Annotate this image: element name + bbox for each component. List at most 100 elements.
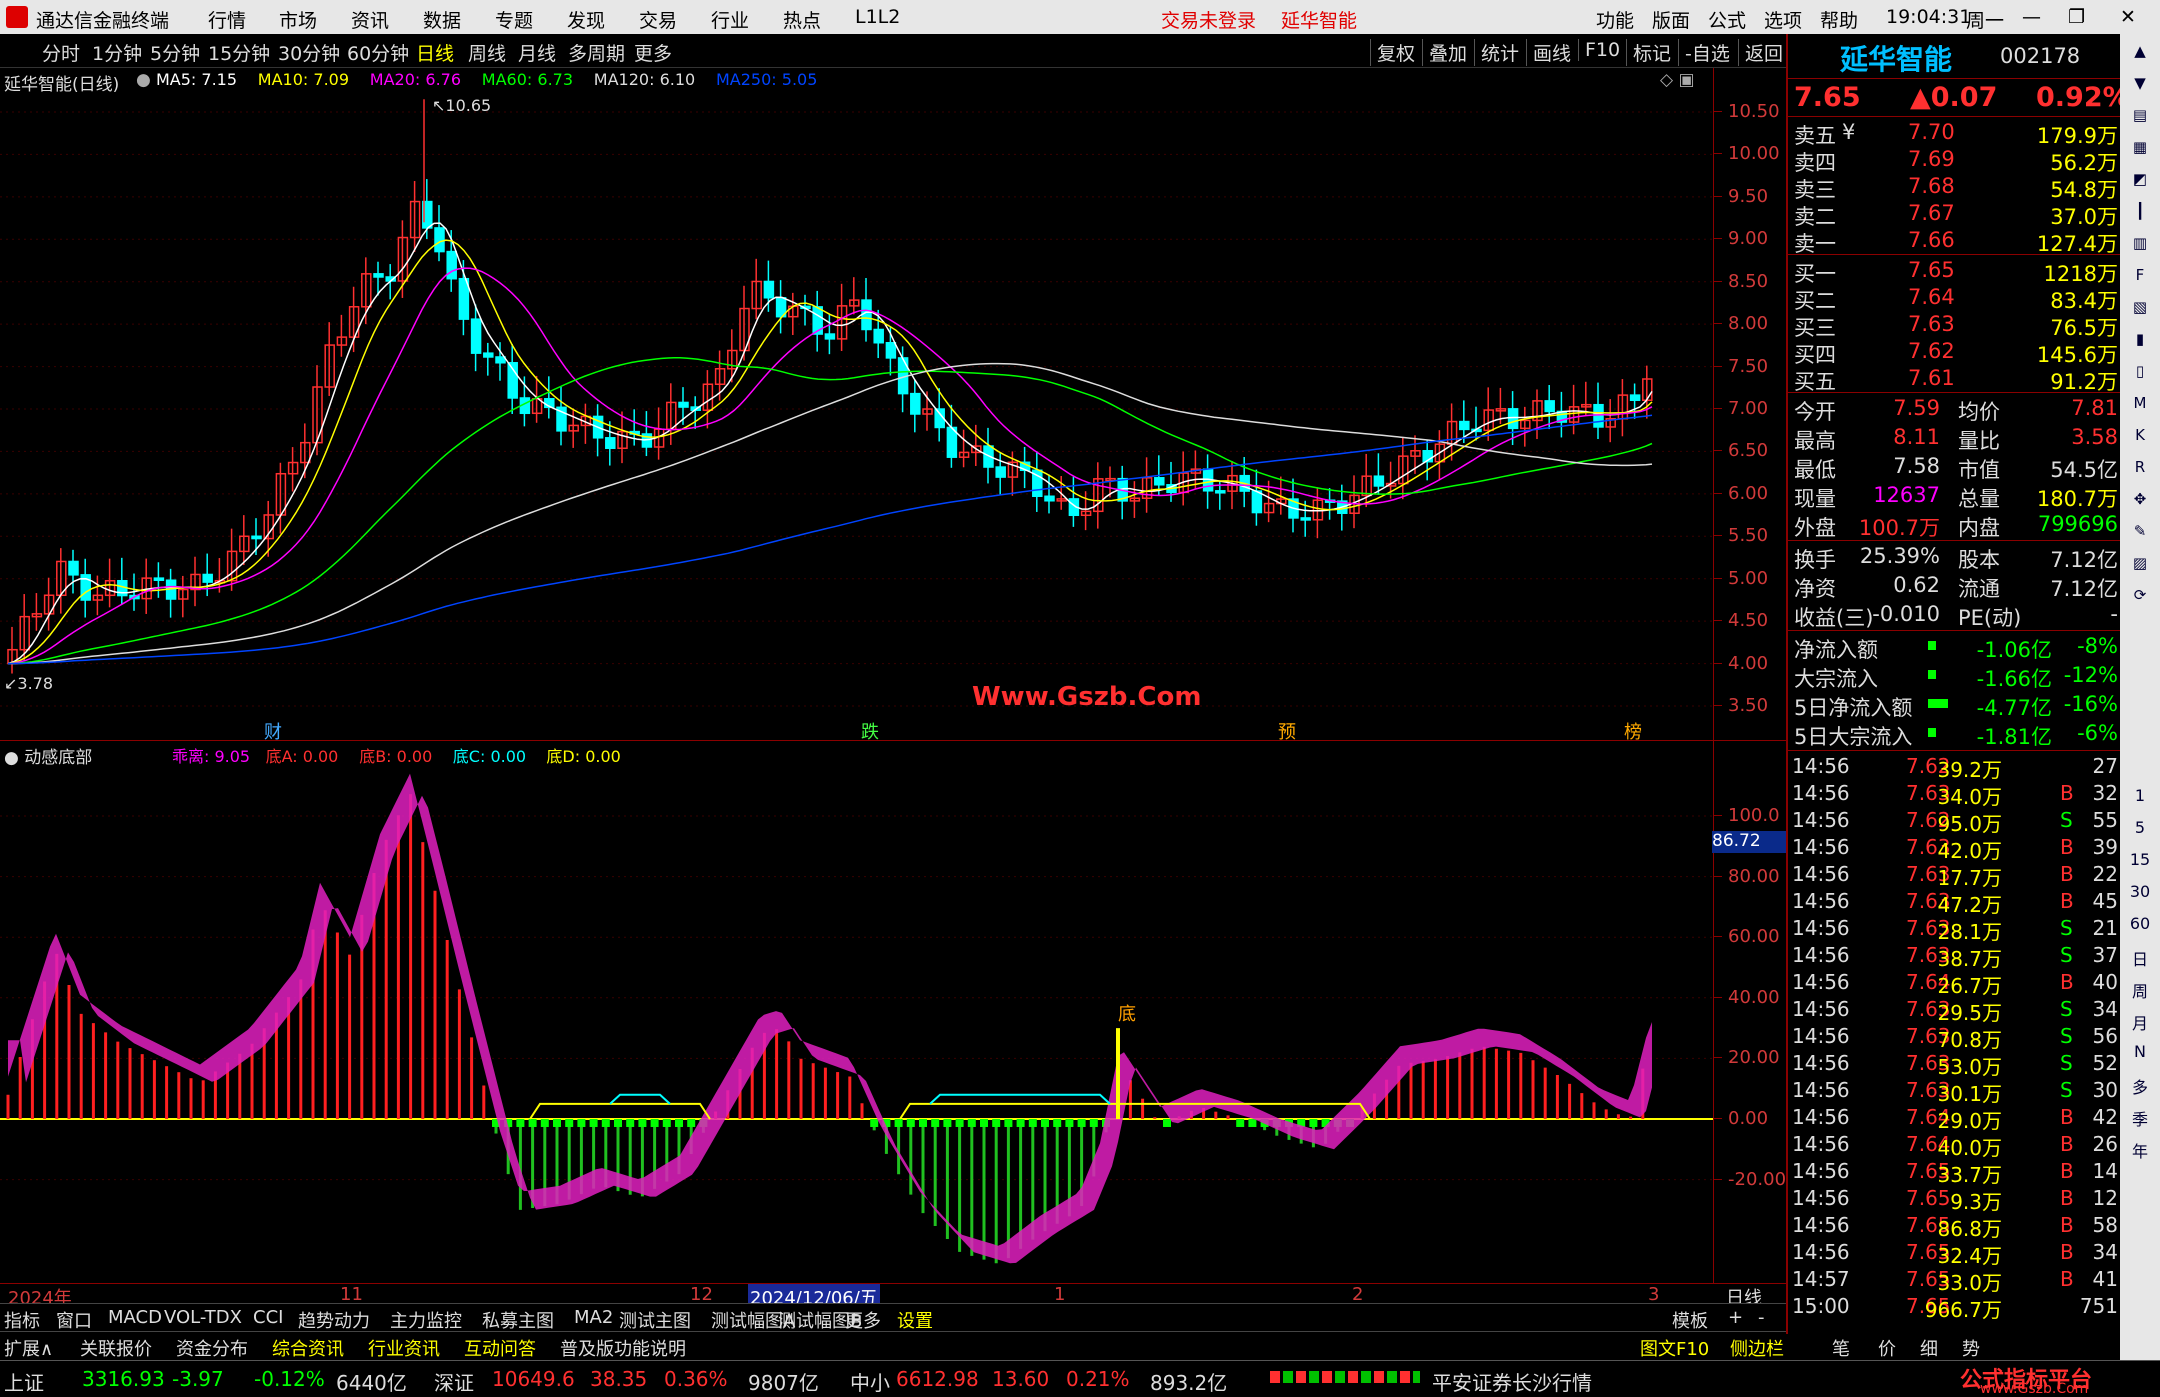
tick-row[interactable]: 14:56 7.63 34.0万 B 32 [1788, 779, 2122, 809]
period-30min[interactable]: 30分钟 [278, 39, 340, 66]
sidebar-period-button[interactable]: 30 [2126, 882, 2154, 906]
period-5min[interactable]: 5分钟 [150, 39, 200, 66]
template-button[interactable]: + [1728, 1307, 1743, 1328]
template-button[interactable]: - [1758, 1307, 1765, 1328]
tick-row[interactable]: 15:00 7.65 966.7万 751 [1788, 1292, 2122, 1322]
draw-icon[interactable]: ✎ [2126, 522, 2154, 546]
period-60min[interactable]: 60分钟 [347, 39, 409, 66]
menu-industry[interactable]: 行业 [711, 6, 749, 33]
tool-watchlist[interactable]: -自选 [1678, 39, 1730, 66]
ask-row[interactable]: 卖一 7.66 127.4万 [1788, 226, 2122, 256]
info-tab[interactable]: 互动问答 [464, 1335, 536, 1361]
table-icon[interactable]: ▥ [2126, 234, 2154, 258]
tool-adjust[interactable]: 复权 [1370, 39, 1415, 66]
tool-back[interactable]: 返回 [1738, 39, 1783, 66]
bid-row[interactable]: 买一 7.65 1218万 [1788, 256, 2122, 286]
ask-row[interactable]: 卖五 ¥7.70 179.9万 [1788, 118, 2122, 148]
tick-row[interactable]: 14:56 7.63 30.1万 S 30 [1788, 1076, 2122, 1106]
tick-row[interactable]: 14:56 7.63 29.5万 S 34 [1788, 995, 2122, 1025]
period-1min[interactable]: 1分钟 [92, 39, 142, 66]
ask-row[interactable]: 卖四 7.69 56.2万 [1788, 145, 2122, 175]
ask-row[interactable]: 卖三 7.68 54.8万 [1788, 172, 2122, 202]
menu-formula[interactable]: 公式 [1708, 6, 1746, 33]
tick-row[interactable]: 14:56 7.64 40.0万 B 26 [1788, 1130, 2122, 1160]
tick-row[interactable]: 14:56 7.63 42.0万 B 39 [1788, 833, 2122, 863]
tick-table[interactable]: 14:56 7.62 39.2万 27 14:56 7.63 34.0万 B 32 14:56 7.… [1788, 752, 2122, 1322]
bid-row[interactable]: 买二 7.64 83.4万 [1788, 283, 2122, 313]
tick-row[interactable]: 14:56 7.63 70.8万 S 56 [1788, 1022, 2122, 1052]
tick-row[interactable]: 14:56 7.65 33.7万 B 14 [1788, 1157, 2122, 1187]
sidebar-period-button[interactable]: 周 [2126, 978, 2154, 1002]
bid-row[interactable]: 买四 7.62 145.6万 [1788, 337, 2122, 367]
indicator-tab[interactable]: 指标 [4, 1307, 40, 1333]
tick-row[interactable]: 14:56 7.65 86.8万 B 58 [1788, 1211, 2122, 1241]
side-tab[interactable]: 细 [1920, 1335, 1938, 1361]
menu-news[interactable]: 资讯 [351, 6, 389, 33]
menu-trade[interactable]: 交易 [639, 6, 677, 33]
indicator-tab[interactable]: 测试主图 [619, 1307, 691, 1333]
side-tab[interactable]: 价 [1878, 1335, 1896, 1361]
rsi-icon[interactable]: R [2126, 458, 2154, 482]
sidebar-period-button[interactable]: 月 [2126, 1010, 2154, 1034]
period-multi[interactable]: 多周期 [568, 39, 625, 66]
tick-row[interactable]: 14:56 7.63 17.7万 B 22 [1788, 860, 2122, 890]
indicator-tab[interactable]: 更多 [845, 1307, 881, 1333]
index-label[interactable]: 中小 [850, 1367, 890, 1396]
indicator-panel[interactable]: ● 动感底部 乖离: 9.05 底A: 0.00 底B: 0.00 底C: 0.00 底… [0, 741, 1786, 1283]
arrow-up-icon[interactable]: ▲ [2126, 42, 2154, 66]
tick-row[interactable]: 14:56 7.62 39.2万 27 [1788, 752, 2122, 782]
bid-row[interactable]: 买三 7.63 76.5万 [1788, 310, 2122, 340]
index-label[interactable]: 深证 [434, 1367, 474, 1396]
side-tab[interactable]: 势 [1962, 1335, 1980, 1361]
indicator-tab[interactable]: 私募主图 [482, 1307, 554, 1333]
menu-quotes[interactable]: 行情 [208, 6, 246, 33]
grid-icon[interactable]: ▦ [2126, 138, 2154, 162]
sidebar-period-button[interactable]: 15 [2126, 850, 2154, 874]
tick-row[interactable]: 14:56 7.63 38.7万 S 37 [1788, 941, 2122, 971]
tick-row[interactable]: 14:56 7.63 53.0万 S 52 [1788, 1049, 2122, 1079]
sidebar-period-button[interactable]: 多 [2126, 1074, 2154, 1098]
menu-function[interactable]: 功能 [1596, 6, 1634, 33]
tick-row[interactable]: 14:56 7.64 29.0万 B 42 [1788, 1103, 2122, 1133]
period-weekly[interactable]: 周线 [468, 39, 506, 66]
fs-icon[interactable]: ▨ [2126, 554, 2154, 578]
indicator-tab[interactable]: 设置 [897, 1307, 933, 1333]
tool-stats[interactable]: 统计 [1474, 39, 1519, 66]
period-monthly[interactable]: 月线 [518, 39, 556, 66]
tick-row[interactable]: 14:56 7.65 32.4万 B 34 [1788, 1238, 2122, 1268]
period-more[interactable]: 更多 [634, 39, 672, 66]
close-icon[interactable]: ✕ [2120, 6, 2136, 28]
info-tab[interactable]: 普及版功能说明 [560, 1335, 686, 1361]
tick-row[interactable]: 14:56 7.64 26.7万 B 40 [1788, 968, 2122, 998]
side-tab[interactable]: 图文F10 [1640, 1335, 1709, 1361]
menu-l1l2[interactable]: L1L2 [855, 6, 900, 28]
tick-row[interactable]: 14:57 7.65 33.0万 B 41 [1788, 1265, 2122, 1295]
tick-row[interactable]: 14:56 7.62 95.0万 S 55 [1788, 806, 2122, 836]
kline-chart[interactable] [0, 68, 1713, 740]
sidebar-period-button[interactable]: 季 [2126, 1106, 2154, 1130]
minimize-icon[interactable]: — [2022, 6, 2041, 28]
bar-icon[interactable]: ▮ [2126, 330, 2154, 354]
menu-options[interactable]: 选项 [1764, 6, 1802, 33]
menu-hot[interactable]: 热点 [783, 6, 821, 33]
indicator-tab[interactable]: 主力监控 [390, 1307, 462, 1333]
candle-icon[interactable]: ┃ [2126, 202, 2154, 226]
move-icon[interactable]: ✥ [2126, 490, 2154, 514]
sidebar-period-button[interactable]: 日 [2126, 946, 2154, 970]
chart-icon[interactable]: ◩ [2126, 170, 2154, 194]
menu-data[interactable]: 数据 [423, 6, 461, 33]
sidebar-period-button[interactable]: N [2126, 1042, 2154, 1066]
period-fenshi[interactable]: 分时 [42, 39, 80, 66]
main-kline-panel[interactable]: 延华智能(日线) ● MA5: 7.15 MA10: 7.09 MA20: 6.76… [0, 68, 1786, 743]
menu-topics[interactable]: 专题 [495, 6, 533, 33]
index-label[interactable]: 上证 [4, 1367, 44, 1396]
period-15min[interactable]: 15分钟 [208, 39, 270, 66]
f10-icon[interactable]: F [2126, 266, 2154, 290]
arrow-down-icon[interactable]: ▼ [2126, 74, 2154, 98]
tool-draw[interactable]: 画线 [1526, 39, 1571, 66]
kdj-icon[interactable]: K [2126, 426, 2154, 450]
menu-help[interactable]: 帮助 [1820, 6, 1858, 33]
indicator-tab[interactable]: 窗口 [56, 1307, 92, 1333]
indicator-tab[interactable]: VOL-TDX [164, 1307, 242, 1328]
sync-icon[interactable]: ⟳ [2126, 586, 2154, 610]
